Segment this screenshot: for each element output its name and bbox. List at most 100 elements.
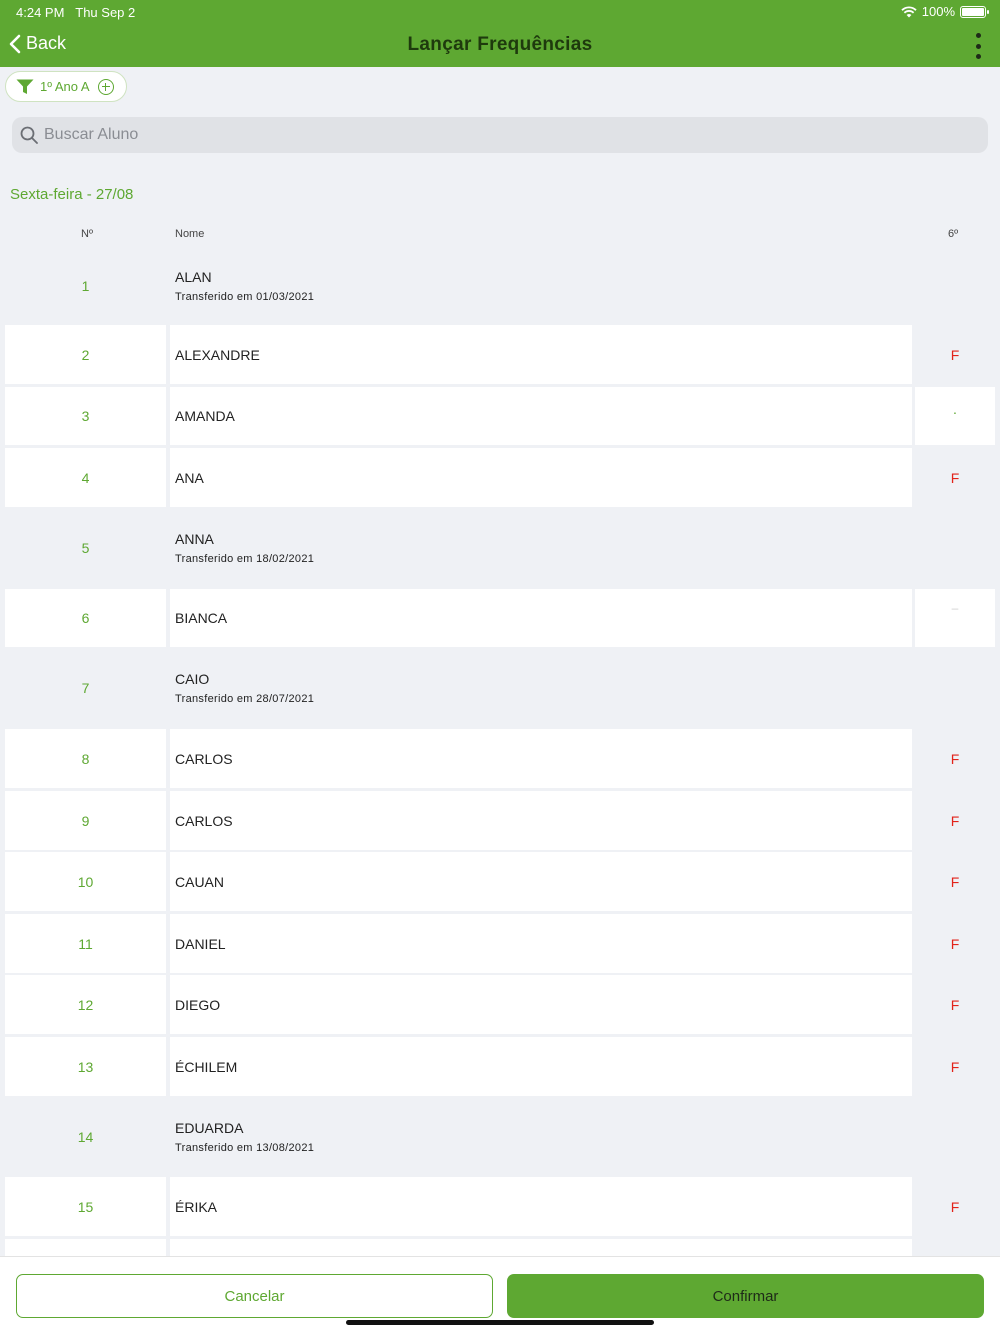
attendance-mark[interactable]: F (915, 325, 995, 384)
student-row: 14 EDUARDA Transferido em 13/08/2021 (5, 1098, 995, 1175)
attendance-mark[interactable]: F (915, 1037, 995, 1096)
wifi-icon (901, 5, 917, 17)
attendance-mark[interactable]: F (915, 791, 995, 850)
student-row[interactable]: 10 CAUAN F (5, 852, 995, 911)
student-name: ÉCHILEM (175, 1058, 238, 1075)
student-name: CARLOS (175, 812, 233, 829)
status-time: 4:24 PM Thu Sep 2 (16, 5, 135, 20)
attendance-mark[interactable]: F (915, 852, 995, 911)
column-header-name: Nome (175, 228, 205, 240)
student-row: 1 ALAN Transferido em 01/03/2021 (5, 248, 995, 323)
add-circle-icon[interactable] (97, 78, 114, 95)
student-number: 15 (5, 1177, 166, 1236)
student-name: ÉRIKA (175, 1198, 218, 1215)
student-name-cell: DIEGO (170, 975, 912, 1034)
attendance-mark[interactable]: F (915, 448, 995, 507)
student-name-cell: ALEXANDRE (170, 325, 912, 384)
student-name: BIANCA (175, 610, 228, 626)
student-name: ALAN (175, 268, 212, 285)
nav-bar: 4:24 PM Thu Sep 2 100% Back Lançar Frequ… (0, 0, 1000, 67)
unmarked-dash: – (951, 601, 959, 615)
student-number: 1 (81, 277, 90, 294)
student-row[interactable]: 15 ÉRIKA F (5, 1177, 995, 1236)
student-row[interactable]: 13 ÉCHILEM F (5, 1037, 995, 1096)
student-name-cell: DANIEL (170, 914, 912, 973)
student-number: 3 (5, 387, 166, 445)
student-row[interactable]: 4 ANA F (5, 448, 995, 507)
transfer-note: Transferido em 13/08/2021 (175, 1141, 315, 1154)
status-indicators: 100% (901, 4, 989, 19)
filter-icon (16, 79, 34, 95)
student-row[interactable]: 9 CARLOS F (5, 791, 995, 850)
attendance-mark[interactable]: F (915, 975, 995, 1034)
confirm-button[interactable]: Confirmar (507, 1274, 984, 1318)
search-icon (20, 126, 38, 144)
student-number: 5 (81, 539, 90, 556)
status-time-text: 4:24 PM (16, 5, 65, 20)
attendance-mark (915, 1098, 995, 1175)
attendance-mark[interactable]: F (915, 729, 995, 788)
student-name: DIEGO (175, 996, 221, 1013)
student-number: 12 (5, 975, 166, 1034)
student-number: 10 (5, 852, 166, 911)
student-row: 7 CAIO Transferido em 28/07/2021 (5, 650, 995, 725)
battery-icon (960, 5, 989, 18)
transfer-note: Transferido em 28/07/2021 (175, 692, 315, 705)
student-number: 6 (5, 589, 166, 647)
student-name: ANA (175, 469, 204, 486)
attendance-mark (915, 650, 995, 725)
student-name: CARLOS (175, 750, 233, 767)
student-name-cell: CAUAN (170, 852, 912, 911)
student-name: CAIO (175, 670, 210, 687)
student-row[interactable]: 2 ALEXANDRE F (5, 325, 995, 384)
page-title: Lançar Frequências (407, 34, 593, 55)
student-name: AMANDA (175, 408, 235, 424)
transfer-note: Transferido em 01/03/2021 (175, 290, 315, 303)
attendance-mark[interactable]: – (915, 589, 995, 647)
day-label: Sexta-feira - 27/08 (10, 186, 134, 203)
student-name: CAUAN (175, 873, 225, 890)
status-date-text: Thu Sep 2 (75, 5, 136, 20)
student-name-cell: AMANDA (170, 387, 912, 445)
student-name-cell: ANA (170, 448, 912, 507)
attendance-mark[interactable]: · (915, 387, 995, 445)
column-header-period: 6º (948, 228, 959, 240)
student-name-cell: ÉCHILEM (170, 1037, 912, 1096)
student-row[interactable]: 12 DIEGO F (5, 975, 995, 1034)
class-filter-chip[interactable]: 1º Ano A (5, 71, 127, 102)
student-name-cell: CARLOS (170, 729, 912, 788)
student-name-cell: ANNA Transferido em 18/02/2021 (170, 510, 912, 585)
student-name-cell: BIANCA (170, 589, 912, 647)
student-number: 4 (5, 448, 166, 507)
student-name-cell: EDUARDA Transferido em 13/08/2021 (170, 1098, 912, 1175)
home-indicator[interactable] (346, 1320, 654, 1325)
student-number: 9 (5, 791, 166, 850)
column-header-number: Nº (81, 228, 93, 240)
cancel-button[interactable]: Cancelar (16, 1274, 493, 1318)
attendance-mark (915, 248, 995, 323)
student-name-cell: ÉRIKA (170, 1177, 912, 1236)
student-number: 2 (5, 325, 166, 384)
student-name-cell: ALAN Transferido em 01/03/2021 (170, 248, 912, 323)
student-name: DANIEL (175, 935, 226, 952)
student-row[interactable]: 6 BIANCA – (5, 589, 995, 647)
attendance-mark (915, 510, 995, 585)
student-row[interactable]: 3 AMANDA · (5, 387, 995, 445)
student-number: 13 (5, 1037, 166, 1096)
student-number: 11 (5, 914, 166, 973)
attendance-mark[interactable]: F (915, 914, 995, 973)
student-number: 14 (77, 1128, 94, 1145)
student-name: ALEXANDRE (175, 346, 260, 363)
student-name: ANNA (175, 530, 214, 547)
student-number: 8 (5, 729, 166, 788)
more-options-icon[interactable] (974, 33, 982, 59)
attendance-mark[interactable]: F (915, 1177, 995, 1236)
student-number: 7 (81, 679, 90, 696)
student-name: EDUARDA (175, 1119, 244, 1136)
present-dot: · (952, 404, 958, 420)
student-row[interactable]: 8 CARLOS F (5, 729, 995, 788)
battery-percent: 100% (921, 4, 955, 19)
student-row: 5 ANNA Transferido em 18/02/2021 (5, 510, 995, 585)
search-input[interactable] (44, 126, 944, 144)
student-row[interactable]: 11 DANIEL F (5, 914, 995, 973)
